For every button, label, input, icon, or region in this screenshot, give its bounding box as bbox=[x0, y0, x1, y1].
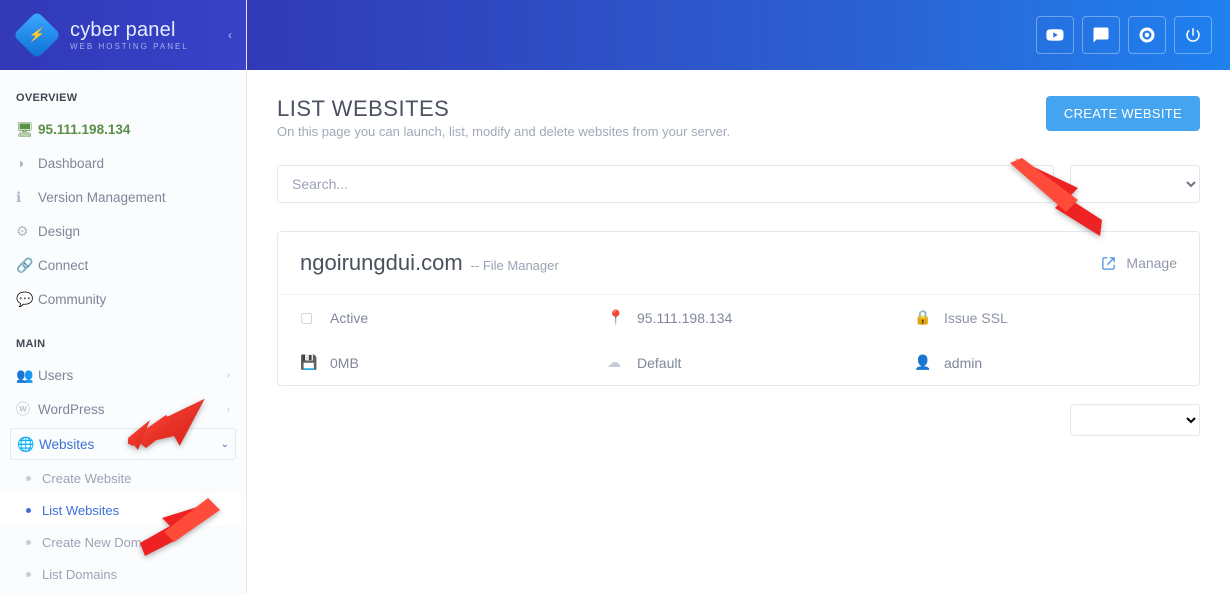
create-website-button[interactable]: CREATE WEBSITE bbox=[1046, 96, 1200, 131]
page-size-select-top[interactable] bbox=[1070, 165, 1200, 203]
page-subtitle: On this page you can launch, list, modif… bbox=[277, 124, 730, 139]
website-title-row: ngoirungdui.com -- File Manager bbox=[300, 250, 559, 276]
manage-button[interactable]: Manage bbox=[1101, 255, 1177, 271]
nav-section-overview: OVERVIEW bbox=[0, 70, 246, 112]
user-icon: 👤 bbox=[914, 354, 930, 371]
sidebar-item-users[interactable]: 👥 Users › bbox=[0, 358, 246, 392]
link-icon: 🔗 bbox=[16, 257, 38, 274]
page-title: LIST WEBSITES bbox=[277, 96, 730, 122]
flag-icon: ▢ bbox=[300, 309, 316, 326]
laptop-icon: 🖥 bbox=[16, 121, 38, 138]
youtube-button[interactable] bbox=[1036, 16, 1074, 54]
status-cell: ▢Active bbox=[278, 295, 585, 340]
website-details-grid: ▢Active 📍95.111.198.134 🔒Issue SSL 💾0MB … bbox=[278, 295, 1199, 385]
subnav-create-website[interactable]: Create Website bbox=[0, 462, 246, 494]
bullet-icon bbox=[26, 572, 31, 577]
sidebar-item-connect[interactable]: 🔗 Connect bbox=[0, 248, 246, 282]
dashboard-icon: ◑ bbox=[16, 155, 38, 171]
brand-subtitle: WEB HOSTING PANEL bbox=[70, 42, 189, 51]
brand-title: cyber panel bbox=[70, 19, 189, 42]
youtube-icon bbox=[1046, 26, 1064, 44]
disk-cell: 💾0MB bbox=[278, 340, 585, 385]
sidebar-item-server-ip[interactable]: 🖥 95.111.198.134 bbox=[0, 112, 246, 146]
page-head: LIST WEBSITES On this page you can launc… bbox=[277, 96, 1200, 139]
sidebar-item-version-management[interactable]: ℹ Version Management bbox=[0, 180, 246, 214]
search-input[interactable] bbox=[277, 165, 1054, 203]
external-link-icon bbox=[1101, 256, 1116, 271]
website-card: ngoirungdui.com -- File Manager Manage ▢… bbox=[277, 231, 1200, 386]
manage-label: Manage bbox=[1126, 255, 1177, 271]
users-icon: 👥 bbox=[16, 367, 38, 384]
gear-icon: ⚙ bbox=[16, 223, 38, 240]
wordpress-icon: ⓦ bbox=[16, 399, 38, 419]
help-button[interactable] bbox=[1128, 16, 1166, 54]
lifebuoy-icon bbox=[1138, 26, 1156, 44]
chat-icon bbox=[1092, 26, 1110, 44]
lock-icon: 🔒 bbox=[914, 309, 930, 326]
power-button[interactable] bbox=[1174, 16, 1212, 54]
file-manager-link[interactable]: -- File Manager bbox=[471, 258, 559, 273]
subnav-list-websites[interactable]: List Websites bbox=[0, 494, 246, 526]
bullet-icon bbox=[26, 476, 31, 481]
sidebar-collapse-button[interactable]: ‹ bbox=[228, 28, 232, 42]
subnav-list-domains[interactable]: List Domains bbox=[0, 558, 246, 590]
chat-icon: 💬 bbox=[16, 291, 38, 308]
sidebar-item-websites[interactable]: 🌐 Websites ⌄ bbox=[10, 428, 236, 460]
ssl-cell[interactable]: 🔒Issue SSL bbox=[892, 295, 1199, 340]
main-content: LIST WEBSITES On this page you can launc… bbox=[247, 70, 1230, 594]
chat-button[interactable] bbox=[1082, 16, 1120, 54]
ip-cell: 📍95.111.198.134 bbox=[585, 295, 892, 340]
package-icon: ☁ bbox=[607, 354, 623, 371]
package-cell: ☁Default bbox=[585, 340, 892, 385]
disk-icon: 💾 bbox=[300, 354, 316, 371]
sidebar-item-community[interactable]: 💬 Community bbox=[0, 282, 246, 316]
sidebar: ⚡ cyber panel WEB HOSTING PANEL ‹ OVERVI… bbox=[0, 0, 247, 594]
sidebar-item-dashboard[interactable]: ◑ Dashboard bbox=[0, 146, 246, 180]
page-title-block: LIST WEBSITES On this page you can launc… bbox=[277, 96, 730, 139]
chevron-down-icon: ⌄ bbox=[221, 439, 229, 450]
brand-logo-icon: ⚡ bbox=[13, 11, 61, 59]
chevron-right-icon: › bbox=[227, 370, 230, 381]
brand-header: ⚡ cyber panel WEB HOSTING PANEL ‹ bbox=[0, 0, 246, 70]
brand-text: cyber panel WEB HOSTING PANEL bbox=[70, 19, 189, 51]
power-icon bbox=[1184, 26, 1202, 44]
nav-section-main: MAIN bbox=[0, 316, 246, 358]
website-card-header: ngoirungdui.com -- File Manager Manage bbox=[278, 232, 1199, 295]
sidebar-item-design[interactable]: ⚙ Design bbox=[0, 214, 246, 248]
website-domain[interactable]: ngoirungdui.com bbox=[300, 250, 463, 275]
filter-row bbox=[277, 165, 1200, 203]
info-icon: ℹ bbox=[16, 189, 38, 206]
page-size-select-bottom[interactable] bbox=[1070, 404, 1200, 436]
pin-icon: 📍 bbox=[607, 309, 623, 326]
owner-cell: 👤admin bbox=[892, 340, 1199, 385]
chevron-right-icon: › bbox=[227, 404, 230, 415]
sidebar-item-wordpress[interactable]: ⓦ WordPress › bbox=[0, 392, 246, 426]
bullet-icon bbox=[26, 540, 31, 545]
globe-icon: 🌐 bbox=[17, 436, 39, 453]
top-header bbox=[247, 0, 1230, 70]
bullet-icon bbox=[26, 508, 31, 513]
subnav-create-new-domain[interactable]: Create New Domain bbox=[0, 526, 246, 558]
